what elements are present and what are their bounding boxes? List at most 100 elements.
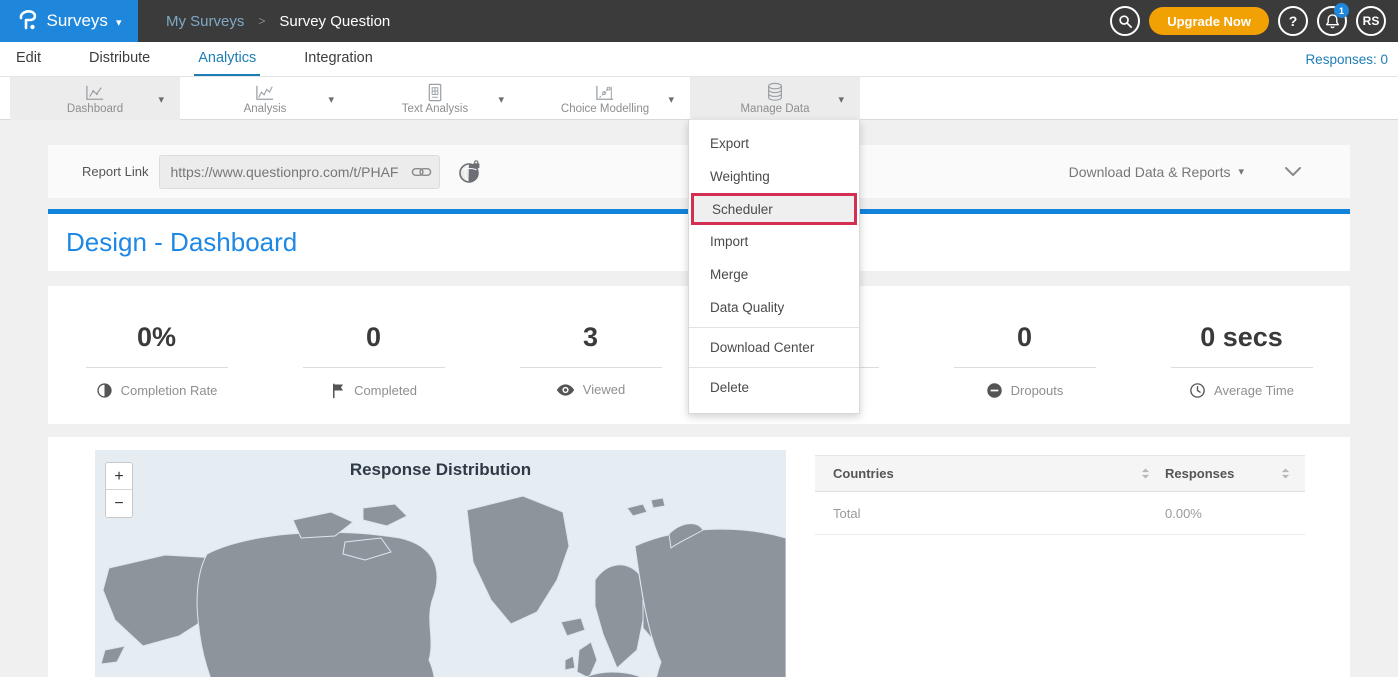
minus-circle-icon [986,382,1003,399]
menu-item-delete[interactable]: Delete [689,371,859,404]
stat-completion-rate: 0% Completion Rate [48,286,265,424]
half-circle-icon [96,382,113,399]
stat-divider [954,367,1096,368]
responses-count: Responses: 0 [1305,42,1388,76]
tab-distribute[interactable]: Distribute [85,42,154,76]
chevron-down-icon[interactable]: ▾ [1238,165,1244,178]
map-title: Response Distribution [95,460,786,480]
column-label: Countries [833,466,894,481]
stat-divider [303,367,445,368]
page-title: Design - Dashboard [66,227,297,258]
stat-label-text: Completion Rate [121,383,218,398]
countries-table-header: Countries Responses [815,455,1305,492]
tab-integration[interactable]: Integration [300,42,377,76]
toolbar-tab-choice-modelling[interactable]: Choice Modelling ▾ [520,77,690,120]
chevron-down-icon: ▾ [116,16,122,29]
collapse-chevron-icon[interactable] [1284,166,1302,177]
world-map [95,450,786,677]
questionpro-logo-icon [17,9,39,33]
menu-item-scheduler[interactable]: Scheduler [691,193,857,225]
stat-value: 0 [366,324,381,351]
flag-icon [330,382,346,399]
chevron-down-icon[interactable]: ▾ [668,93,674,106]
sort-icon[interactable] [1280,467,1291,480]
help-button[interactable]: ? [1278,6,1308,36]
toolbar-tab-analysis[interactable]: Analysis ▾ [180,77,350,120]
search-button[interactable] [1110,6,1140,36]
menu-item-import[interactable]: Import [689,225,859,258]
menu-item-weighting[interactable]: Weighting [689,160,859,193]
link-icon[interactable] [411,163,432,181]
column-header-countries[interactable]: Countries [815,466,1165,481]
document-grid-icon [426,82,444,102]
toolbar-tab-label: Manage Data [740,103,809,115]
toolbar-tab-label: Text Analysis [402,103,468,115]
stat-label-text: Viewed [583,382,625,397]
stat-value: 0 [1017,324,1032,351]
manage-data-dropdown-menu: Export Weighting Scheduler Import Merge … [688,120,860,414]
menu-group: Export Weighting Scheduler Import Merge … [689,127,859,327]
menu-group: Download Center [689,327,859,367]
stat-average-time: 0 secs Average Time [1133,286,1350,424]
map-zoom-controls: + − [105,462,133,518]
clock-icon [1189,382,1206,399]
surveys-product-menu[interactable]: Surveys ▾ [0,0,138,42]
chevron-down-icon[interactable]: ▾ [158,93,164,106]
stat-value: 0 secs [1200,324,1283,351]
chevron-down-icon[interactable]: ▾ [328,93,334,106]
stat-value: 0% [137,324,176,351]
tab-analytics[interactable]: Analytics [194,42,260,76]
eye-icon [556,383,575,397]
menu-group: Delete [689,367,859,407]
table-row: Total 0.00% [815,492,1305,535]
download-data-reports-dropdown[interactable]: Download Data & Reports [1069,164,1231,180]
report-link-input[interactable] [159,155,440,189]
report-bar-right: Download Data & Reports ▾ [1069,164,1302,180]
notification-badge: 1 [1334,3,1349,18]
toolbar-tab-manage-data[interactable]: Manage Data ▾ [690,77,860,120]
toolbar-tab-dashboard[interactable]: Dashboard ▾ [10,77,180,120]
globe-lock-icon[interactable] [458,160,482,184]
question-mark-icon: ? [1289,13,1298,29]
column-label: Responses [1165,466,1234,481]
top-bar: Surveys ▾ My Surveys > Survey Question U… [0,0,1398,42]
stat-label-text: Average Time [1214,383,1294,398]
column-header-responses[interactable]: Responses [1165,466,1305,481]
report-link-input-wrap [159,155,440,189]
stat-viewed: 3 Viewed [482,286,699,424]
chevron-down-icon[interactable]: ▾ [498,93,504,106]
toolbar-tab-text-analysis[interactable]: Text Analysis ▾ [350,77,520,120]
menu-item-data-quality[interactable]: Data Quality [689,291,859,324]
stat-label-text: Completed [354,383,417,398]
cell-country: Total [815,506,1165,521]
upgrade-now-button[interactable]: Upgrade Now [1149,7,1269,35]
breadcrumb-separator: > [258,14,265,28]
response-distribution-card: + − Response Distribution Countries Resp… [48,437,1350,677]
stat-value: 3 [583,324,598,351]
cell-responses: 0.00% [1165,506,1305,521]
notifications-button[interactable]: 1 [1317,6,1347,36]
stat-completed: 0 Completed [265,286,482,424]
menu-item-merge[interactable]: Merge [689,258,859,291]
analytics-toolbar: Dashboard ▾ Analysis ▾ Text Analysis ▾ [0,77,1398,120]
stat-divider [1171,367,1313,368]
world-map-panel[interactable]: + − Response Distribution [95,450,786,677]
menu-item-download-center[interactable]: Download Center [689,331,859,364]
scatter-chart-icon [594,82,616,102]
menu-item-export[interactable]: Export [689,127,859,160]
map-zoom-out-button[interactable]: − [106,490,132,517]
search-icon [1118,14,1133,29]
line-chart-icon [84,82,106,102]
tab-edit[interactable]: Edit [12,42,45,76]
breadcrumb-my-surveys[interactable]: My Surveys [166,13,244,30]
map-zoom-in-button[interactable]: + [106,463,132,490]
chevron-down-icon[interactable]: ▾ [838,93,844,106]
stat-label-text: Dropouts [1011,383,1064,398]
breadcrumb: My Surveys > Survey Question [166,13,390,30]
stat-divider [520,367,662,368]
sort-icon[interactable] [1140,467,1151,480]
toolbar-tab-label: Choice Modelling [561,103,649,115]
survey-nav: Edit Distribute Analytics Integration Re… [0,42,1398,77]
report-link-label: Report Link [82,164,148,179]
avatar[interactable]: RS [1356,6,1386,36]
